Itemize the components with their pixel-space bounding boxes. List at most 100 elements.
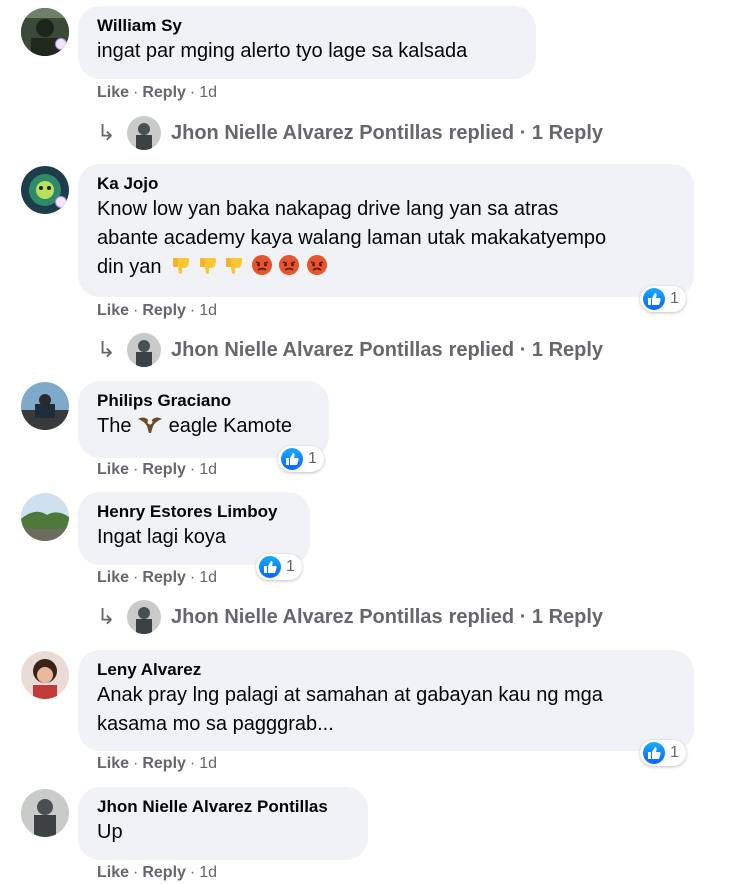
like-button[interactable]: Like bbox=[97, 302, 129, 319]
reply-button[interactable]: Reply bbox=[142, 569, 186, 586]
separator: · bbox=[133, 84, 139, 101]
comment-author[interactable]: Leny Alvarez bbox=[97, 659, 675, 681]
replier-avatar bbox=[127, 116, 161, 150]
reply-button[interactable]: Reply bbox=[142, 84, 186, 101]
reaction-count: 1 bbox=[286, 558, 295, 575]
comment-text-end: eagle Kamote bbox=[168, 415, 293, 437]
reply-arrow-icon: ↳ bbox=[97, 120, 116, 145]
replier-name: Jhon Nielle Alvarez Pontillas bbox=[171, 338, 443, 361]
comment-text-line: kasama mo sa pagggrab... bbox=[97, 713, 334, 735]
comment-bubble: Leny Alvarez Anak pray lng palagi at sam… bbox=[78, 650, 694, 751]
comment-actions: Like · Reply · 1d bbox=[97, 461, 217, 479]
like-button[interactable]: Like bbox=[97, 569, 129, 586]
avatar[interactable] bbox=[21, 493, 69, 541]
profile-badge-icon bbox=[55, 196, 67, 208]
separator: · bbox=[189, 864, 196, 881]
reaction-summary[interactable]: 1 bbox=[640, 740, 686, 766]
reaction-summary[interactable]: 1 bbox=[278, 446, 324, 472]
timestamp[interactable]: 1d bbox=[199, 569, 217, 586]
comment-text: Up bbox=[97, 821, 123, 843]
replier-name: Jhon Nielle Alvarez Pontillas bbox=[171, 121, 443, 144]
comment-author[interactable]: Ka Jojo bbox=[97, 173, 675, 195]
reply-button[interactable]: Reply bbox=[142, 755, 186, 772]
replies-link[interactable]: ↳ Jhon Nielle Alvarez Pontillas replied … bbox=[97, 599, 603, 635]
replies-label: replied · 1 Reply bbox=[448, 605, 604, 628]
angry-face-emoji bbox=[279, 255, 300, 275]
comment-text: Ingat lagi koya bbox=[97, 526, 226, 548]
reaction-count: 1 bbox=[670, 290, 679, 307]
like-reaction-icon bbox=[643, 288, 665, 310]
timestamp[interactable]: 1d bbox=[199, 84, 217, 101]
comment-bubble: William Sy ingat par mging alerto tyo la… bbox=[78, 6, 536, 79]
angry-face-emoji bbox=[251, 255, 272, 275]
replies-link[interactable]: ↳ Jhon Nielle Alvarez Pontillas replied … bbox=[97, 115, 603, 151]
comment-actions: Like · Reply · 1d bbox=[97, 864, 217, 882]
like-reaction-icon bbox=[259, 556, 281, 578]
reaction-count: 1 bbox=[670, 744, 679, 761]
timestamp[interactable]: 1d bbox=[199, 755, 217, 772]
separator: · bbox=[189, 84, 196, 101]
like-button[interactable]: Like bbox=[97, 84, 129, 101]
separator: · bbox=[189, 755, 196, 772]
comment-author[interactable]: William Sy bbox=[97, 15, 517, 37]
emoji-group bbox=[171, 255, 328, 278]
comment-author[interactable]: Henry Estores Limboy bbox=[97, 501, 291, 523]
avatar-image bbox=[21, 493, 69, 541]
comment-actions: Like · Reply · 1d bbox=[97, 84, 217, 102]
timestamp[interactable]: 1d bbox=[199, 302, 217, 319]
comment-text: ingat par mging alerto tyo lage sa kalsa… bbox=[97, 40, 468, 62]
comment-text-line: din yan bbox=[97, 253, 675, 282]
replier-avatar bbox=[127, 333, 161, 367]
like-button[interactable]: Like bbox=[97, 461, 129, 478]
replier-avatar bbox=[127, 600, 161, 634]
avatar[interactable] bbox=[21, 166, 69, 214]
angry-face-emoji bbox=[306, 255, 327, 275]
comment-text-line: Anak pray lng palagi at samahan at gabay… bbox=[97, 684, 603, 706]
eagle-emoji bbox=[138, 417, 163, 433]
comment-text: The eagle Kamote bbox=[97, 412, 310, 441]
avatar[interactable] bbox=[21, 789, 69, 837]
comment-author[interactable]: Philips Graciano bbox=[97, 390, 310, 412]
like-reaction-icon bbox=[643, 742, 665, 764]
comment-actions: Like · Reply · 1d bbox=[97, 569, 217, 587]
reaction-count: 1 bbox=[308, 450, 317, 467]
timestamp[interactable]: 1d bbox=[199, 864, 217, 881]
separator: · bbox=[133, 569, 139, 586]
separator: · bbox=[133, 755, 139, 772]
avatar-image bbox=[21, 789, 69, 837]
avatar[interactable] bbox=[21, 8, 69, 56]
comment-text-end: din yan bbox=[97, 256, 162, 278]
separator: · bbox=[189, 302, 196, 319]
separator: · bbox=[133, 864, 139, 881]
avatar[interactable] bbox=[21, 651, 69, 699]
separator: · bbox=[189, 569, 196, 586]
comment-author[interactable]: Jhon Nielle Alvarez Pontillas bbox=[97, 796, 349, 818]
replies-label: replied · 1 Reply bbox=[448, 121, 604, 144]
comment-text-start: The bbox=[97, 415, 132, 437]
separator: · bbox=[133, 302, 139, 319]
thumbs-down-emoji bbox=[226, 258, 243, 274]
replies-link[interactable]: ↳ Jhon Nielle Alvarez Pontillas replied … bbox=[97, 332, 603, 368]
reply-arrow-icon: ↳ bbox=[97, 604, 116, 629]
comment-actions: Like · Reply · 1d bbox=[97, 755, 217, 773]
avatar[interactable] bbox=[21, 382, 69, 430]
avatar-image bbox=[21, 651, 69, 699]
thumbs-down-emoji bbox=[199, 258, 216, 274]
separator: · bbox=[189, 461, 196, 478]
reaction-summary[interactable]: 1 bbox=[256, 554, 302, 580]
replies-label: replied · 1 Reply bbox=[448, 338, 604, 361]
avatar-image bbox=[21, 382, 69, 430]
comment-actions: Like · Reply · 1d bbox=[97, 302, 217, 320]
reply-button[interactable]: Reply bbox=[142, 864, 186, 881]
like-button[interactable]: Like bbox=[97, 755, 129, 772]
separator: · bbox=[133, 461, 139, 478]
comment-bubble: Jhon Nielle Alvarez Pontillas Up bbox=[78, 787, 368, 860]
reply-button[interactable]: Reply bbox=[142, 461, 186, 478]
timestamp[interactable]: 1d bbox=[199, 461, 217, 478]
like-button[interactable]: Like bbox=[97, 864, 129, 881]
reaction-summary[interactable]: 1 bbox=[640, 286, 686, 312]
comment-bubble: Ka Jojo Know low yan baka nakapag drive … bbox=[78, 164, 694, 297]
reply-arrow-icon: ↳ bbox=[97, 337, 116, 362]
profile-badge-icon bbox=[55, 38, 67, 50]
reply-button[interactable]: Reply bbox=[142, 302, 186, 319]
